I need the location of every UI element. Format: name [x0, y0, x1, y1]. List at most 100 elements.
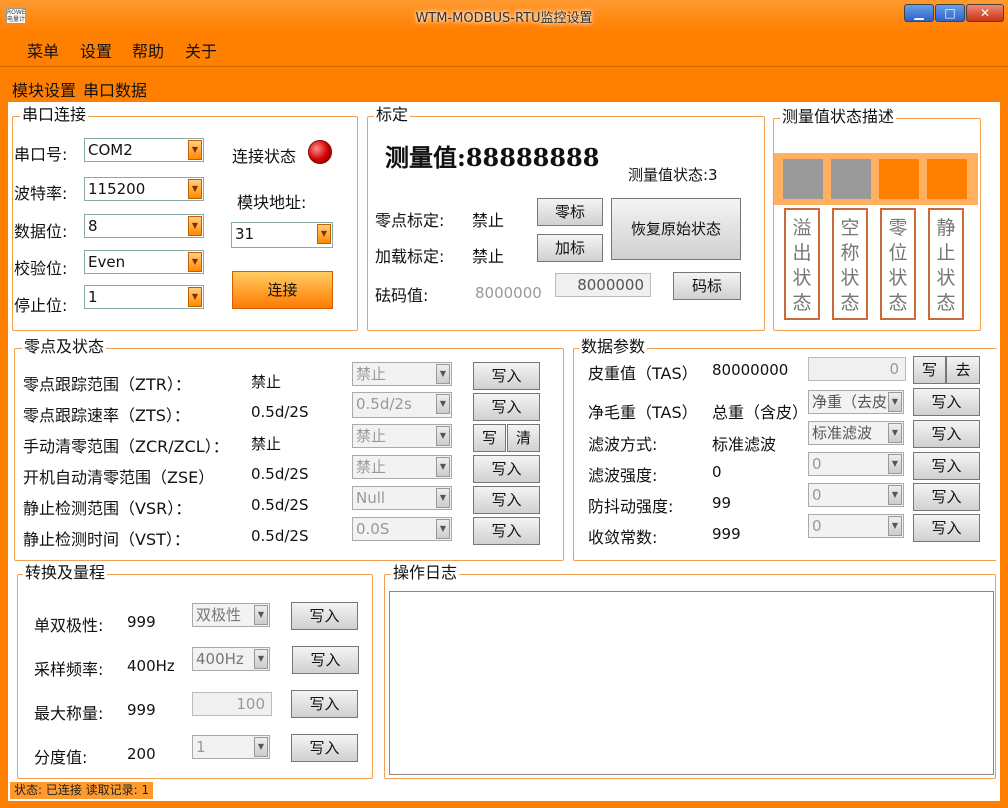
zcr-clear-button[interactable]: 清: [507, 424, 540, 452]
max-capacity-write-button[interactable]: 写入: [291, 690, 358, 718]
division-label: 分度值:: [34, 748, 88, 767]
chevron-down-icon: ▼: [436, 519, 450, 539]
parity-select[interactable]: Even ▼: [84, 250, 204, 274]
zero-legend: 零点及状态: [22, 337, 107, 356]
connect-button[interactable]: 连接: [232, 271, 333, 309]
stable-state-button[interactable]: 静止状态: [928, 208, 964, 320]
ztr-select-value: 禁止: [356, 365, 387, 383]
empty-indicator: [831, 159, 871, 199]
close-button[interactable]: ✕: [966, 4, 1004, 22]
filter-mode-select[interactable]: 标准滤波 ▼: [808, 421, 904, 445]
tab-module-settings[interactable]: 模块设置: [12, 77, 76, 101]
convergence-select[interactable]: 0 ▼: [808, 514, 904, 538]
ztr-label: 零点跟踪范围（ZTR）：: [23, 375, 191, 394]
convergence-write-button[interactable]: 写入: [913, 514, 980, 542]
stable-indicator: [927, 159, 967, 199]
zts-select[interactable]: 0.5d/2s ▼: [352, 392, 452, 418]
sample-rate-select[interactable]: 400Hz ▼: [192, 647, 270, 671]
sample-rate-write-button[interactable]: 写入: [292, 646, 359, 674]
tare-write-button[interactable]: 写: [913, 356, 946, 384]
filter-mode-write-button[interactable]: 写入: [913, 420, 980, 448]
title-bar: ROWE 电量计 WTM-MODBUS-RTU监控设置 ▁ □ ✕: [0, 0, 1008, 32]
log-legend: 操作日志: [391, 563, 460, 582]
parity-value: Even: [88, 253, 126, 271]
zero-indicator: [879, 159, 919, 199]
polarity-label: 单双极性:: [34, 616, 104, 635]
measure-value: 88888888: [465, 143, 600, 172]
filter-strength-select[interactable]: 0 ▼: [808, 452, 904, 476]
measure-label: 测量值:: [385, 143, 466, 172]
port-select[interactable]: COM2 ▼: [84, 138, 204, 162]
chevron-down-icon: ▼: [254, 605, 268, 625]
menu-item-about[interactable]: 关于: [185, 38, 217, 62]
vst-select[interactable]: 0.0S ▼: [352, 517, 452, 541]
ztr-select[interactable]: 禁止 ▼: [352, 362, 452, 386]
params-legend: 数据参数: [579, 337, 648, 356]
zcr-select[interactable]: 禁止 ▼: [352, 424, 452, 448]
zse-write-button[interactable]: 写入: [473, 455, 540, 483]
chevron-down-icon: ▼: [888, 454, 902, 474]
tare-remove-button[interactable]: 去: [946, 356, 980, 384]
antishake-write-button[interactable]: 写入: [913, 483, 980, 511]
filter-strength-write-button[interactable]: 写入: [913, 452, 980, 480]
menu-item-menu[interactable]: 菜单: [27, 38, 59, 62]
polarity-write-button[interactable]: 写入: [291, 602, 358, 630]
restore-button[interactable]: 恢复原始状态: [611, 198, 741, 260]
chevron-down-icon: ▼: [436, 488, 450, 508]
zero-calib-button[interactable]: 零标: [537, 198, 603, 226]
max-capacity-input[interactable]: 100: [192, 692, 272, 716]
overflow-state-button[interactable]: 溢出状态: [784, 208, 820, 320]
maximize-button[interactable]: □: [935, 4, 965, 22]
databits-value: 8: [88, 217, 98, 235]
port-value: COM2: [88, 141, 133, 159]
baud-select[interactable]: 115200 ▼: [84, 177, 204, 201]
measure-display: 测量值:88888888: [385, 138, 599, 173]
menu-divider: [0, 66, 1008, 67]
zcr-write-button[interactable]: 写: [473, 424, 506, 452]
zts-write-button[interactable]: 写入: [473, 393, 540, 421]
vst-select-value: 0.0S: [356, 520, 390, 538]
antishake-value: 99: [712, 494, 732, 512]
vst-write-button[interactable]: 写入: [473, 517, 540, 545]
net-gross-label: 净毛重（TAS）: [588, 403, 698, 420]
zero-state-button[interactable]: 零位状态: [880, 208, 916, 320]
ztr-write-button[interactable]: 写入: [473, 362, 540, 390]
tare-input[interactable]: 0: [808, 357, 906, 381]
net-gross-write-button[interactable]: 写入: [913, 388, 980, 416]
net-gross-select[interactable]: 净重（去皮 ▼: [808, 390, 904, 414]
databits-label: 数据位:: [14, 222, 68, 241]
filter-mode-label: 滤波方式:: [588, 435, 658, 454]
division-write-button[interactable]: 写入: [291, 734, 358, 762]
zse-label: 开机自动清零范围（ZSE）: [23, 468, 215, 487]
chevron-down-icon: ▼: [254, 737, 268, 757]
stopbits-select[interactable]: 1 ▼: [84, 285, 204, 309]
minimize-button[interactable]: ▁: [904, 4, 934, 22]
division-select[interactable]: 1 ▼: [192, 735, 270, 759]
tab-serial-data[interactable]: 串口数据: [83, 77, 147, 101]
antishake-select-value: 0: [812, 486, 822, 504]
load-calib-label: 加载标定:: [375, 247, 445, 266]
load-calib-button[interactable]: 加标: [537, 234, 603, 262]
polarity-select[interactable]: 双极性 ▼: [192, 603, 270, 627]
zse-value: 0.5d/2S: [251, 465, 309, 483]
antishake-select[interactable]: 0 ▼: [808, 483, 904, 507]
menu-item-settings[interactable]: 设置: [80, 38, 112, 62]
zse-select-value: 禁止: [356, 458, 387, 476]
zcr-label: 手动清零范围（ZCR/ZCL）：: [23, 437, 229, 456]
weight-input[interactable]: 8000000: [555, 273, 651, 297]
vsr-select[interactable]: Null ▼: [352, 486, 452, 510]
vsr-label: 静止检测范围（VSR）：: [23, 499, 192, 518]
databits-select[interactable]: 8 ▼: [84, 214, 204, 238]
zse-select[interactable]: 禁止 ▼: [352, 455, 452, 479]
menu-item-help[interactable]: 帮助: [132, 38, 164, 62]
vsr-write-button[interactable]: 写入: [473, 486, 540, 514]
max-capacity-value: 999: [127, 701, 156, 719]
conn-status-label: 连接状态: [232, 147, 297, 166]
empty-state-button[interactable]: 空称状态: [832, 208, 868, 320]
log-textarea[interactable]: [389, 591, 994, 775]
module-addr-select[interactable]: 31 ▼: [231, 222, 333, 248]
antishake-label: 防抖动强度:: [588, 497, 674, 516]
stopbits-label: 停止位:: [14, 296, 68, 315]
weight-calib-button[interactable]: 码标: [673, 272, 741, 300]
zts-label: 零点跟踪速率（ZTS）：: [23, 406, 190, 425]
